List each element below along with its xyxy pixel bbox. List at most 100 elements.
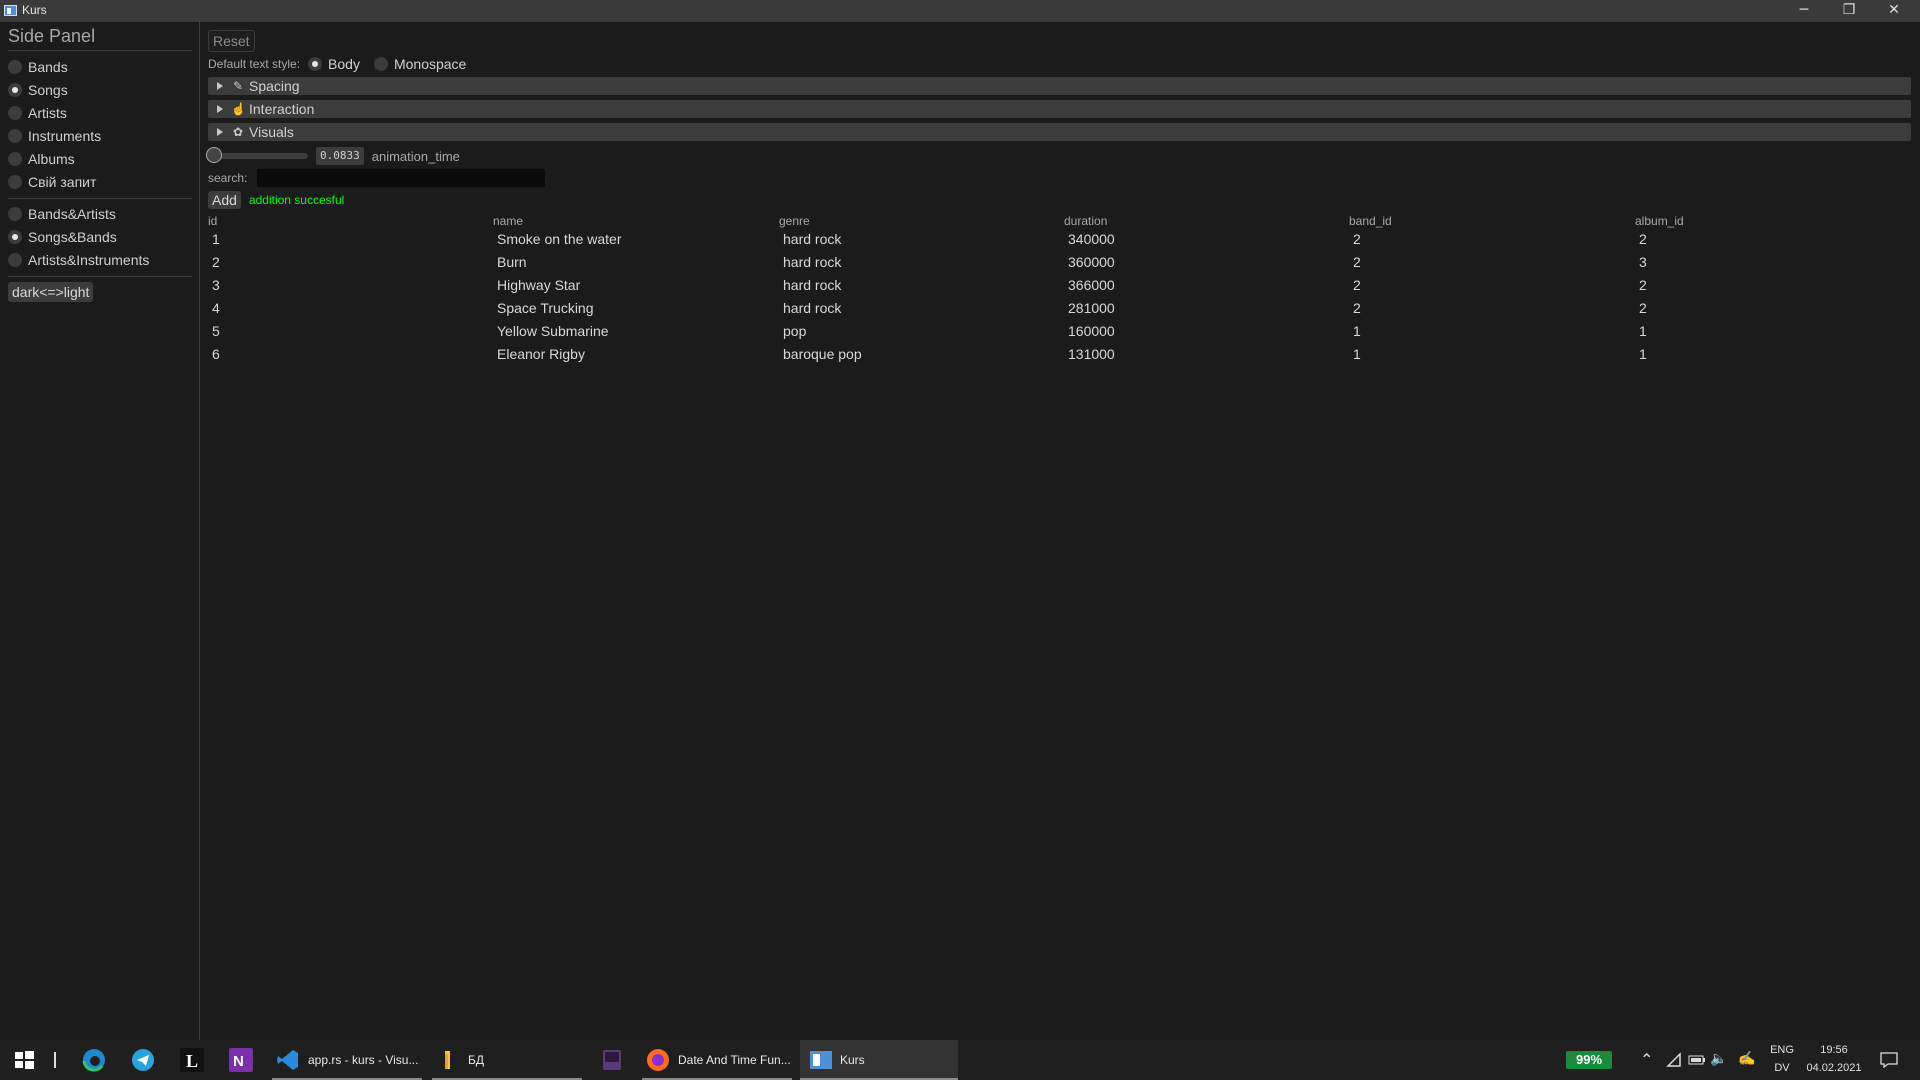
pencil-icon: ✎ xyxy=(232,79,244,93)
animation-time-slider[interactable] xyxy=(206,147,308,163)
taskbar-app-firefox[interactable]: Date And Time Fun... xyxy=(642,1040,792,1080)
clock-date[interactable]: 04.02.2021 xyxy=(1804,1062,1864,1074)
radio-label: Artists&Instruments xyxy=(28,252,150,268)
cell-duration: 366000 xyxy=(1068,277,1115,293)
language-bottom[interactable]: DV xyxy=(1768,1062,1796,1074)
minimize-button[interactable]: ─ xyxy=(1782,0,1826,22)
search-label: search: xyxy=(208,171,248,185)
section-label: Spacing xyxy=(249,78,300,94)
section-spacing[interactable]: ✎ Spacing xyxy=(208,77,1911,95)
radio-artists[interactable]: Artists xyxy=(8,102,67,124)
cell-duration: 131000 xyxy=(1068,346,1115,362)
cell-album-id: 2 xyxy=(1639,277,1647,293)
network-icon[interactable] xyxy=(1666,1052,1682,1068)
cell-genre: baroque pop xyxy=(783,346,862,362)
svg-text:N: N xyxy=(233,1053,244,1070)
radio-body[interactable]: Body xyxy=(308,56,360,72)
radio-bands[interactable]: Bands xyxy=(8,56,68,78)
side-panel-heading: Side Panel xyxy=(8,26,96,46)
cell-band-id: 2 xyxy=(1353,300,1361,316)
taskbar-app-label: Date And Time Fun... xyxy=(678,1053,791,1067)
notifications-icon[interactable] xyxy=(1880,1052,1898,1068)
taskbar-app-label: БД xyxy=(468,1053,485,1067)
windows-start-icon[interactable] xyxy=(12,1048,36,1072)
close-button[interactable]: ✕ xyxy=(1872,0,1916,22)
cell-name: Highway Star xyxy=(497,277,581,293)
radio-songs[interactable]: Songs xyxy=(8,79,68,101)
window-title: Kurs xyxy=(22,3,47,17)
radio-bands-artists[interactable]: Bands&Artists xyxy=(8,203,116,225)
app-icon[interactable] xyxy=(600,1048,624,1072)
cell-genre: pop xyxy=(783,323,807,339)
theme-toggle-button[interactable]: dark<=>light xyxy=(8,282,94,302)
column-header-album-id: album_id xyxy=(1635,214,1684,228)
slider-handle[interactable] xyxy=(206,147,222,163)
table-row: 1 Smoke on the water hard rock 340000 2 … xyxy=(208,228,1908,251)
cell-name: Space Trucking xyxy=(497,300,594,316)
table-row: 3 Highway Star hard rock 366000 2 2 xyxy=(208,274,1908,297)
expand-triangle-icon xyxy=(217,82,223,90)
radio-indicator xyxy=(8,207,22,221)
language-top[interactable]: ENG xyxy=(1768,1044,1796,1056)
text-style-row: Default text style: Body Monospace xyxy=(208,54,480,74)
cell-band-id: 2 xyxy=(1353,231,1361,247)
divider xyxy=(8,198,192,199)
reset-button[interactable]: Reset xyxy=(208,30,255,52)
animation-time-value[interactable]: 0.0833 xyxy=(316,147,364,165)
add-button[interactable]: Add xyxy=(208,191,241,209)
taskbar-app-label: app.rs - kurs - Visu... xyxy=(308,1053,419,1067)
cell-duration: 281000 xyxy=(1068,300,1115,316)
cell-duration: 340000 xyxy=(1068,231,1115,247)
search-input[interactable] xyxy=(257,169,546,187)
radio-instruments[interactable]: Instruments xyxy=(8,125,101,147)
songs-table: id name genre duration band_id album_id … xyxy=(208,212,1908,366)
table-row: 6 Eleanor Rigby baroque pop 131000 1 1 xyxy=(208,343,1908,366)
radio-label: Monospace xyxy=(393,56,467,72)
taskbar: L N app.rs - kurs - Visu... БД Date And … xyxy=(0,1040,1920,1080)
text-style-label: Default text style: xyxy=(208,57,301,71)
taskbar-app-explorer[interactable]: БД xyxy=(432,1040,582,1080)
volume-icon[interactable]: 🔈 xyxy=(1710,1050,1727,1067)
pen-icon[interactable]: ✍ xyxy=(1738,1050,1755,1067)
edge-icon[interactable] xyxy=(82,1048,106,1072)
section-interaction[interactable]: ☝ Interaction xyxy=(208,100,1911,118)
radio-albums[interactable]: Albums xyxy=(8,148,75,170)
chevron-up-icon[interactable]: ⌃ xyxy=(1640,1050,1653,1070)
task-view-icon[interactable] xyxy=(54,1052,56,1068)
taskbar-app-kurs[interactable]: Kurs xyxy=(800,1040,958,1080)
animation-time-label: animation_time xyxy=(371,148,460,164)
taskbar-app-vscode[interactable]: app.rs - kurs - Visu... xyxy=(272,1040,422,1080)
column-header-genre: genre xyxy=(779,214,810,228)
cell-band-id: 1 xyxy=(1353,346,1361,362)
cell-band-id: 2 xyxy=(1353,254,1361,270)
cell-id: 5 xyxy=(212,323,220,339)
cell-name: Smoke on the water xyxy=(497,231,622,247)
cell-id: 4 xyxy=(212,300,220,316)
battery-icon[interactable] xyxy=(1688,1053,1706,1067)
radio-label: Songs xyxy=(28,82,68,98)
kurs-window-icon xyxy=(810,1051,832,1069)
cell-name: Eleanor Rigby xyxy=(497,346,585,362)
status-message: addition succesful xyxy=(248,193,345,207)
cell-genre: hard rock xyxy=(783,277,842,293)
radio-monospace[interactable]: Monospace xyxy=(373,56,467,72)
radio-custom-query[interactable]: Свій запит xyxy=(8,171,96,193)
cell-band-id: 1 xyxy=(1353,323,1361,339)
battery-percent-badge[interactable]: 99% xyxy=(1566,1051,1612,1069)
l-app-icon[interactable]: L xyxy=(180,1048,204,1072)
palette-icon: ✿ xyxy=(232,125,244,139)
cell-id: 6 xyxy=(212,346,220,362)
cell-genre: hard rock xyxy=(783,254,842,270)
column-header-duration: duration xyxy=(1064,214,1108,228)
section-visuals[interactable]: ✿ Visuals xyxy=(208,123,1911,141)
cell-band-id: 2 xyxy=(1353,277,1361,293)
onenote-icon[interactable]: N xyxy=(229,1048,253,1072)
clock-time[interactable]: 19:56 xyxy=(1804,1044,1864,1056)
telegram-icon[interactable] xyxy=(131,1048,155,1072)
hand-icon: ☝ xyxy=(231,102,246,116)
radio-artists-instruments[interactable]: Artists&Instruments xyxy=(8,249,149,271)
column-header-name: name xyxy=(493,214,524,228)
radio-songs-bands[interactable]: Songs&Bands xyxy=(8,226,117,248)
cell-album-id: 2 xyxy=(1639,300,1647,316)
restore-button[interactable]: ❐ xyxy=(1827,0,1871,22)
